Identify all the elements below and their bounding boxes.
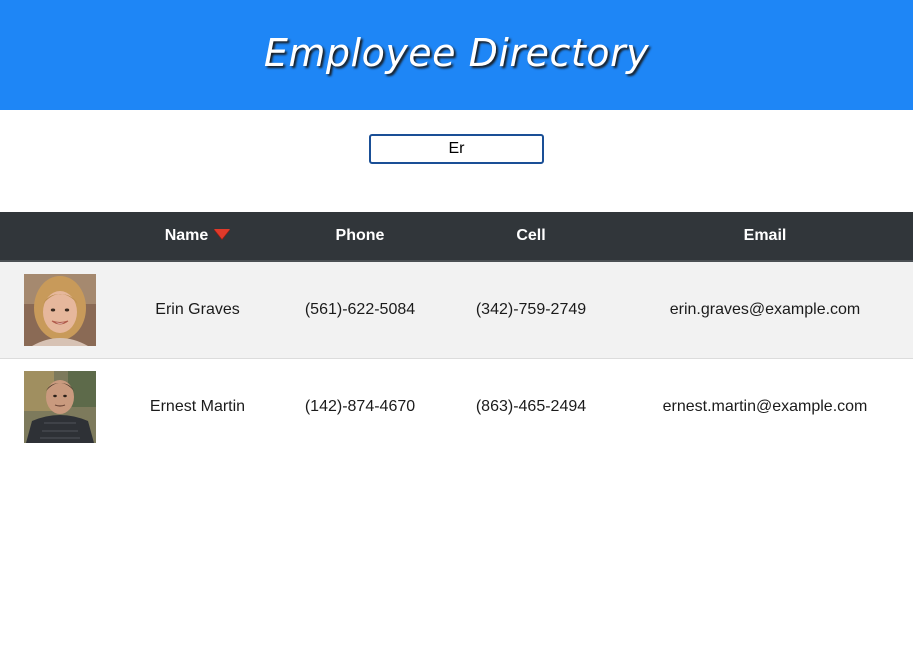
sort-descending-icon[interactable] — [214, 229, 231, 239]
phone-cell: (561)-622-5084 — [304, 300, 416, 318]
email-cell: ernest.martin@example.com — [662, 397, 868, 415]
column-header-phone: Phone — [335, 227, 385, 244]
column-header-name-label: Name — [164, 227, 209, 244]
avatar-cell — [0, 261, 120, 358]
column-header-email: Email — [743, 227, 787, 244]
avatar — [24, 370, 96, 443]
table-header-row: Name Phone Cell Email — [0, 212, 913, 261]
column-header-image — [0, 212, 120, 261]
name-cell: Erin Graves — [155, 300, 240, 318]
app-header: Employee Directory — [0, 0, 913, 110]
phone-cell: (142)-874-4670 — [304, 397, 416, 415]
column-header-name[interactable]: Name — [120, 212, 275, 261]
cell-phone-cell: (342)-759-2749 — [475, 300, 587, 318]
search-container — [369, 134, 544, 164]
cell-phone-cell: (863)-465-2494 — [475, 397, 587, 415]
column-header-cell: Cell — [516, 227, 546, 244]
employee-table: Name Phone Cell Email Erin Graves (561)-… — [0, 212, 913, 455]
name-cell: Ernest Martin — [149, 397, 246, 415]
email-cell: erin.graves@example.com — [669, 300, 861, 318]
table-row: Ernest Martin (142)-874-4670 (863)-465-2… — [0, 358, 913, 455]
search-input[interactable] — [369, 134, 544, 164]
table-row: Erin Graves (561)-622-5084 (342)-759-274… — [0, 261, 913, 358]
page-title: Employee Directory — [263, 31, 650, 75]
avatar-cell — [0, 358, 120, 455]
avatar — [24, 273, 96, 346]
